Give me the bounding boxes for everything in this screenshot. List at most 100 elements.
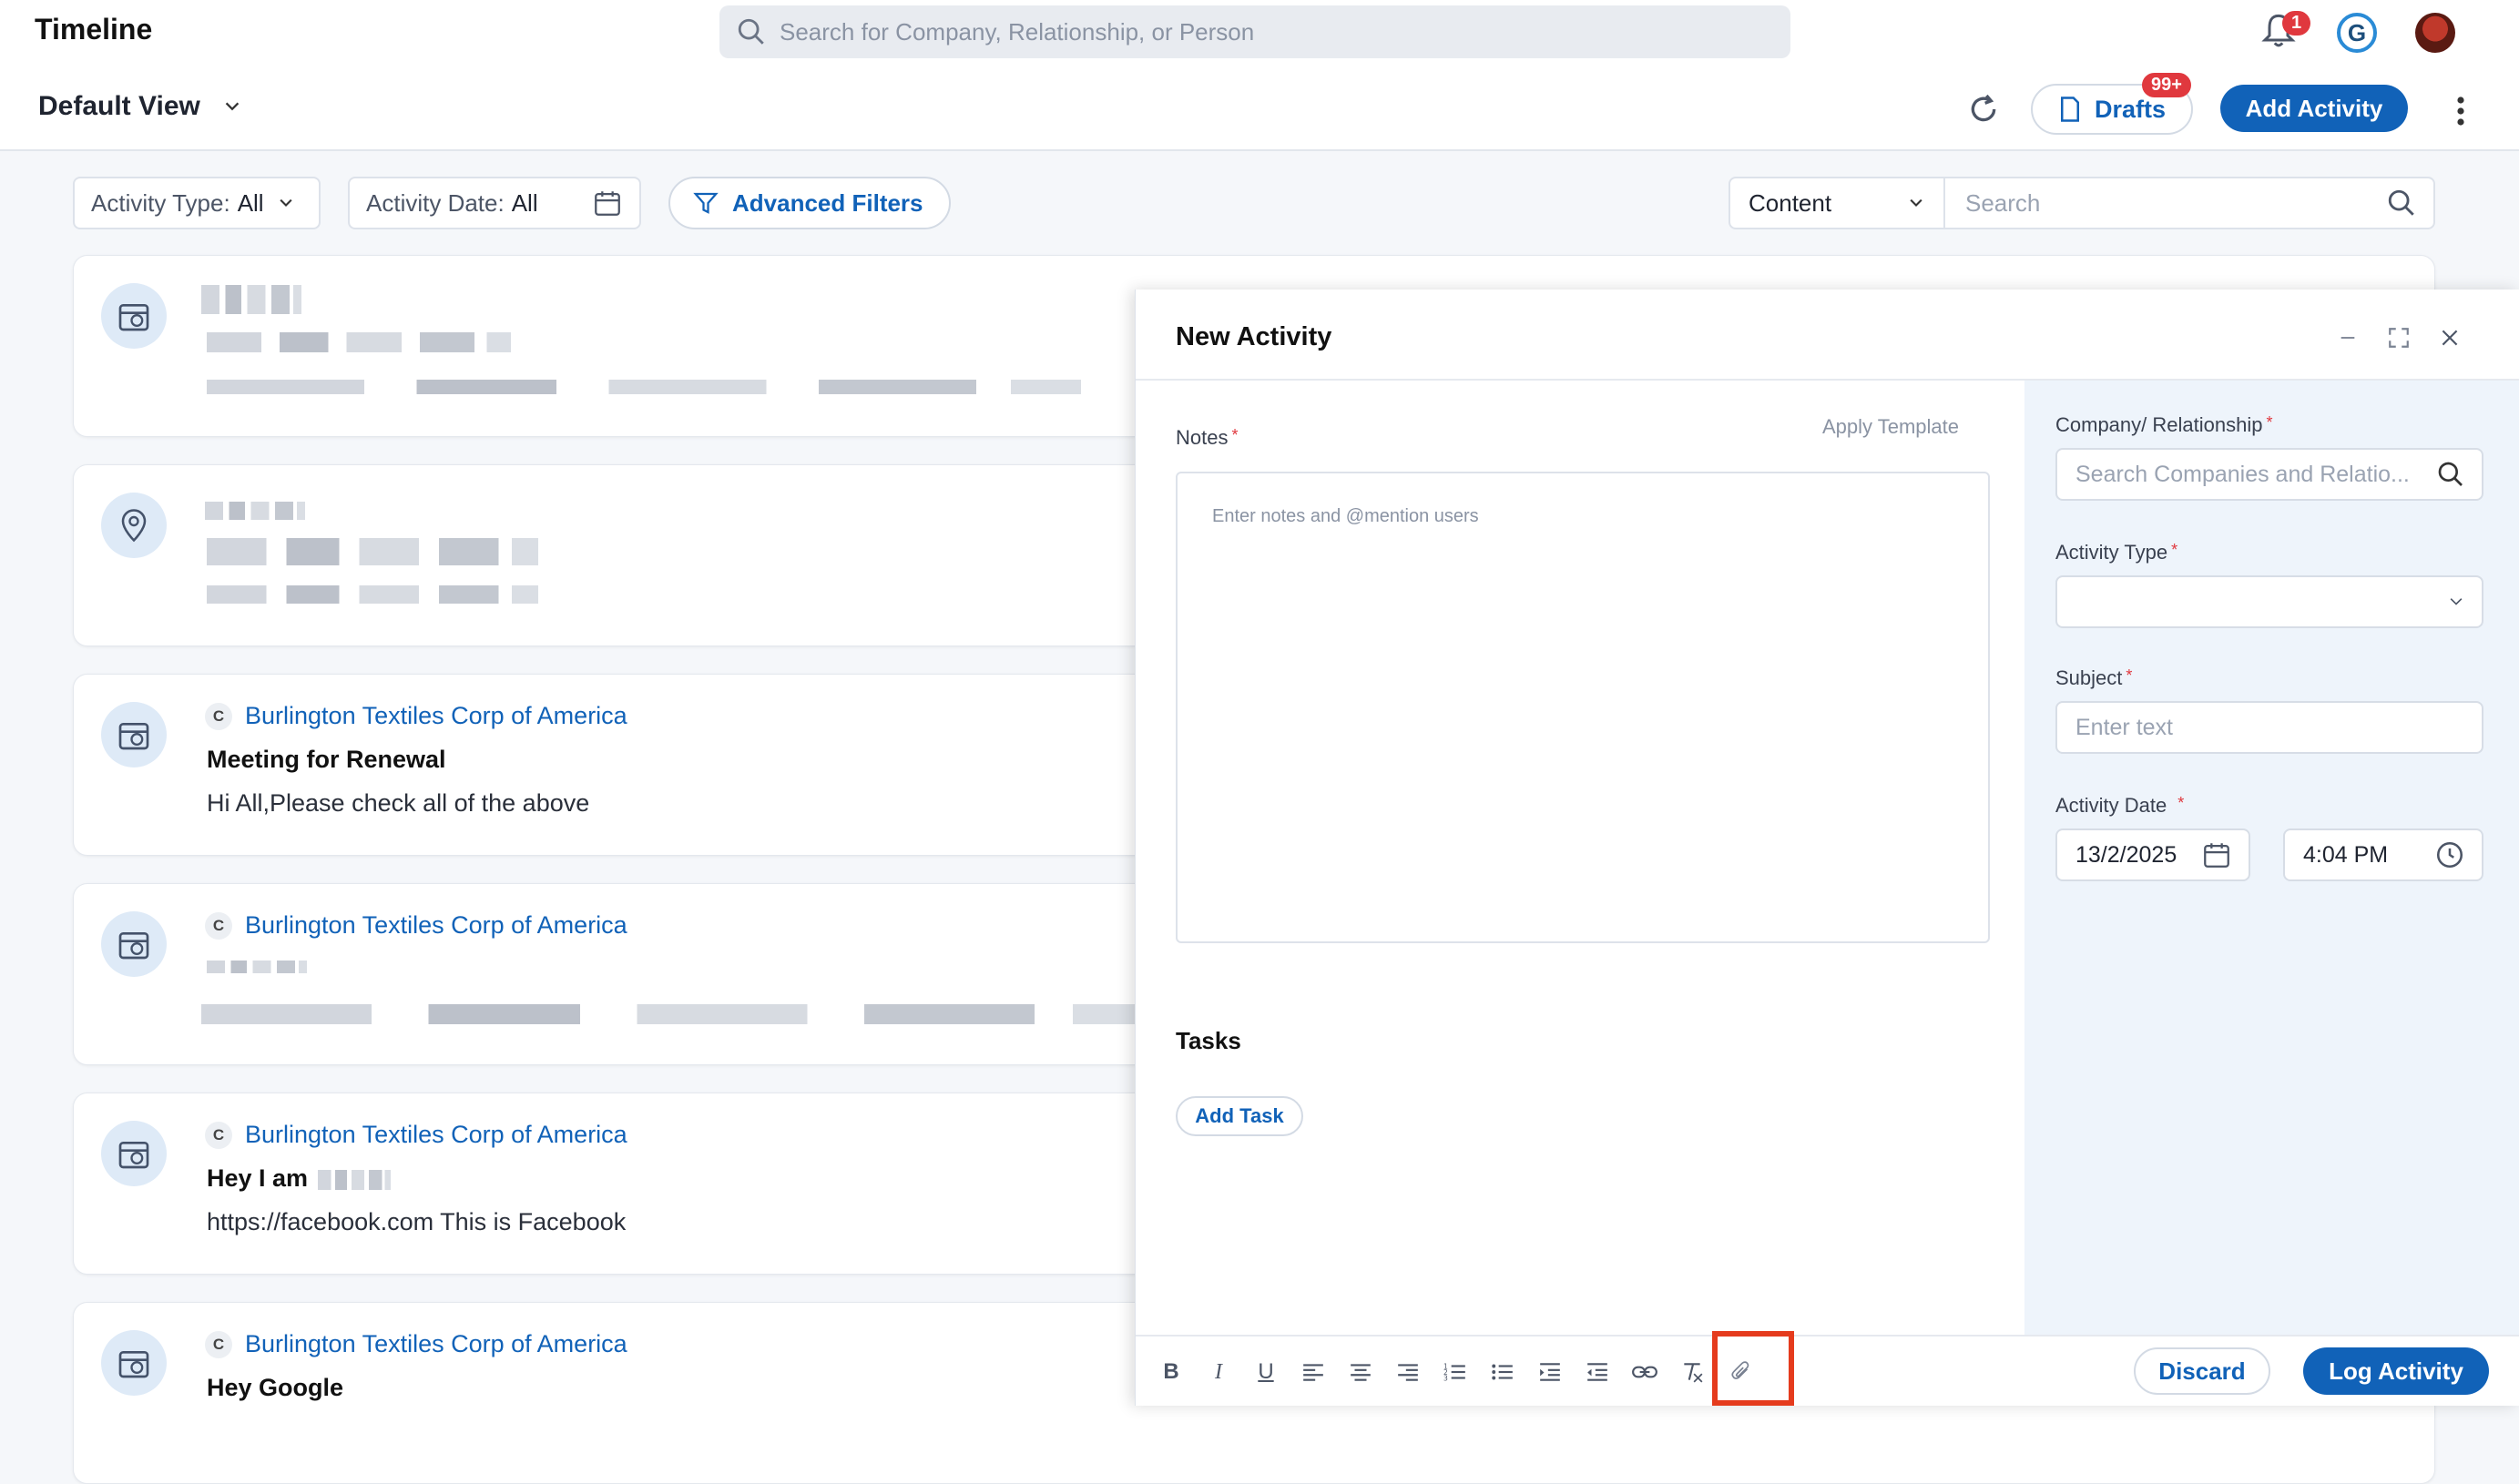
- redacted-text: [318, 1170, 391, 1190]
- company-name: Burlington Textiles Corp of America: [245, 1330, 627, 1357]
- log-activity-button[interactable]: Log Activity: [2303, 1347, 2489, 1395]
- grammarly-icon[interactable]: G: [2337, 13, 2377, 53]
- subject-label: Subject *: [2055, 666, 2133, 689]
- company-search-placeholder: Search Companies and Relatio...: [2075, 461, 2410, 487]
- refresh-icon: [1971, 94, 1996, 122]
- meeting-icon: [101, 702, 167, 767]
- outdent-button[interactable]: [1584, 1358, 1611, 1386]
- panel-footer: B I U 123 Discard Log Activity: [1136, 1335, 2519, 1406]
- notification-button[interactable]: 1: [2260, 11, 2311, 51]
- company-chip: C: [205, 911, 232, 940]
- redacted-text: [201, 1004, 1148, 1024]
- align-left-button[interactable]: [1300, 1358, 1327, 1386]
- avatar[interactable]: [2415, 13, 2455, 53]
- global-search-input[interactable]: Search for Company, Relationship, or Per…: [719, 5, 1790, 58]
- drafts-button[interactable]: Drafts 99+: [2031, 73, 2193, 135]
- meeting-icon: [101, 283, 167, 349]
- chevron-down-icon: [225, 102, 240, 111]
- activity-type-label: Activity Type *: [2055, 541, 2178, 564]
- search-icon[interactable]: [2386, 188, 2417, 219]
- content-search-input[interactable]: Search: [1943, 177, 2435, 229]
- activity-title: Hey Google: [207, 1374, 344, 1401]
- activity-date-value: 13/2/2025: [2075, 841, 2177, 868]
- align-left-icon: [1303, 1364, 1323, 1381]
- activity-title: Meeting for Renewal: [207, 746, 446, 773]
- filter-icon: [693, 192, 719, 214]
- content-select-value: Content: [1749, 188, 1832, 217]
- discard-button[interactable]: Discard: [2134, 1347, 2270, 1395]
- view-selector[interactable]: Default View: [38, 91, 242, 122]
- activity-date-label: Activity Date *: [2055, 794, 2185, 817]
- clear-format-button[interactable]: [1678, 1358, 1706, 1386]
- company-link[interactable]: C Burlington Textiles Corp of America: [205, 911, 627, 940]
- redacted-text: [205, 502, 305, 520]
- redacted-text: [207, 538, 538, 565]
- activity-date-input[interactable]: 13/2/2025: [2055, 828, 2250, 881]
- meeting-icon: [101, 1330, 167, 1396]
- redacted-text: [207, 332, 511, 352]
- search-icon: [2438, 462, 2463, 486]
- link-button[interactable]: [1631, 1358, 1658, 1386]
- close-icon: [2442, 330, 2458, 346]
- calendar-icon: [595, 191, 620, 216]
- underline-button[interactable]: U: [1252, 1358, 1280, 1386]
- align-center-icon: [1351, 1364, 1371, 1381]
- link-icon: [1632, 1366, 1657, 1378]
- content-search-placeholder: Search: [1965, 188, 2041, 217]
- activity-type-filter-value: All: [237, 188, 264, 217]
- activity-time-input[interactable]: 4:04 PM: [2283, 828, 2483, 881]
- notes-placeholder: Enter notes and @mention users: [1212, 506, 1479, 526]
- refresh-button[interactable]: [1965, 91, 2002, 127]
- subject-input[interactable]: Enter text: [2055, 701, 2483, 754]
- content-select[interactable]: Content: [1729, 177, 1945, 229]
- align-center-button[interactable]: [1347, 1358, 1374, 1386]
- highlight-box: [1712, 1331, 1794, 1406]
- redacted-text: [201, 285, 301, 314]
- chevron-down-icon: [1910, 198, 1922, 207]
- more-menu-button[interactable]: [2455, 95, 2466, 127]
- apply-template-link[interactable]: Apply Template: [1822, 415, 1959, 439]
- expand-icon: [2389, 328, 2409, 348]
- align-right-button[interactable]: [1394, 1358, 1422, 1386]
- indent-icon: [1540, 1363, 1560, 1381]
- activity-type-select[interactable]: [2055, 575, 2483, 628]
- bold-button[interactable]: B: [1158, 1358, 1185, 1386]
- close-button[interactable]: [2438, 326, 2462, 350]
- advanced-filters-button[interactable]: Advanced Filters: [668, 177, 951, 229]
- meeting-icon: [101, 1121, 167, 1186]
- company-name: Burlington Textiles Corp of America: [245, 702, 627, 729]
- add-task-button[interactable]: Add Task: [1176, 1096, 1303, 1136]
- indent-button[interactable]: [1536, 1358, 1564, 1386]
- activity-text: https://facebook.com This is Facebook: [207, 1208, 627, 1235]
- numbered-list-button[interactable]: 123: [1442, 1358, 1469, 1386]
- minimize-button[interactable]: [2338, 328, 2358, 348]
- company-search-input[interactable]: Search Companies and Relatio...: [2055, 448, 2483, 501]
- chevron-down-icon: [2450, 598, 2463, 605]
- calendar-icon: [2204, 843, 2229, 868]
- activity-date-filter[interactable]: Activity Date: All: [348, 177, 641, 229]
- activity-title: Hey I am: [207, 1164, 309, 1192]
- company-chip: C: [205, 1330, 232, 1358]
- bullet-list-button[interactable]: [1489, 1358, 1516, 1386]
- activity-type-filter-label: Activity Type:: [91, 188, 230, 217]
- notes-label: Notes *: [1176, 426, 1239, 449]
- company-link[interactable]: C Burlington Textiles Corp of America: [205, 1330, 627, 1358]
- add-activity-button[interactable]: Add Activity: [2220, 85, 2408, 132]
- company-link[interactable]: C Burlington Textiles Corp of America: [205, 1121, 627, 1149]
- company-relationship-label: Company/ Relationship *: [2055, 413, 2273, 436]
- chevron-down-icon: [280, 198, 292, 207]
- company-link[interactable]: C Burlington Textiles Corp of America: [205, 702, 627, 730]
- tasks-heading: Tasks: [1176, 1027, 1241, 1054]
- redacted-text: [207, 961, 307, 973]
- numbered-list-icon: 123: [1443, 1363, 1465, 1382]
- notification-badge: 1: [2282, 11, 2311, 36]
- expand-button[interactable]: [2387, 326, 2411, 350]
- notes-editor[interactable]: Enter notes and @mention users: [1176, 472, 1990, 943]
- drafts-label: Drafts: [2094, 95, 2167, 123]
- search-icon: [738, 18, 764, 45]
- location-pin-icon: [101, 493, 167, 558]
- company-name: Burlington Textiles Corp of America: [245, 1121, 627, 1148]
- outdent-icon: [1587, 1363, 1607, 1381]
- activity-type-filter[interactable]: Activity Type: All: [73, 177, 321, 229]
- italic-button[interactable]: I: [1205, 1358, 1232, 1386]
